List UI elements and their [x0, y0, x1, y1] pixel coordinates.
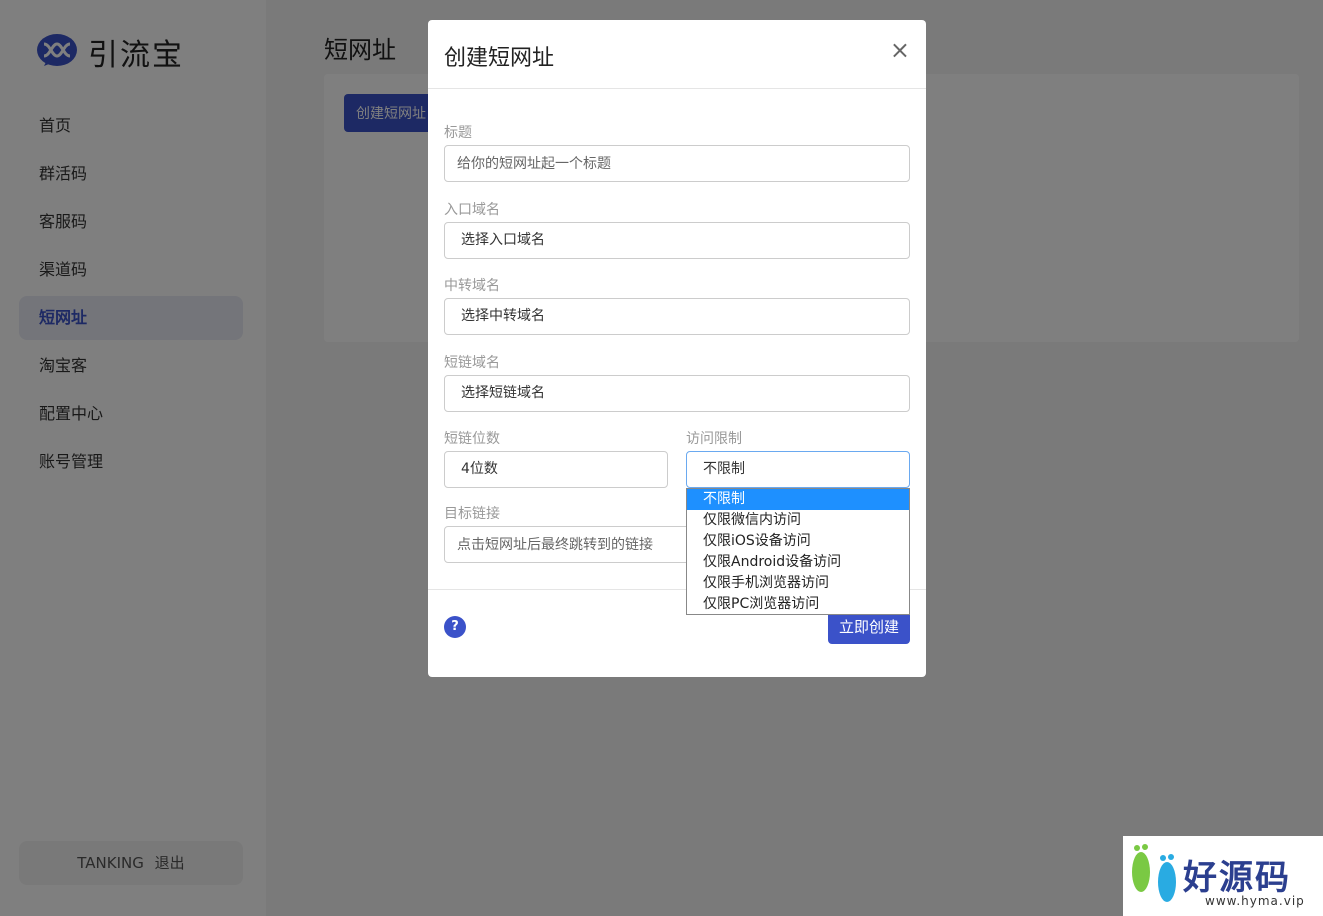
- access-option-android-only[interactable]: 仅限Android设备访问: [687, 552, 909, 573]
- close-icon[interactable]: ×: [890, 38, 910, 62]
- access-limit-dropdown: 不限制 仅限微信内访问 仅限iOS设备访问 仅限Android设备访问 仅限手机…: [686, 488, 910, 615]
- transit-domain-label: 中转域名: [444, 278, 500, 294]
- short-domain-label: 短链域名: [444, 355, 500, 371]
- access-option-ios-only[interactable]: 仅限iOS设备访问: [687, 531, 909, 552]
- modal-header: 创建短网址 ×: [428, 20, 926, 89]
- title-label: 标题: [444, 125, 472, 141]
- digits-select[interactable]: 4位数: [444, 451, 668, 488]
- access-option-wechat-only[interactable]: 仅限微信内访问: [687, 510, 909, 531]
- transit-domain-select[interactable]: 选择中转域名: [444, 298, 910, 335]
- watermark: 好源码 www.hyma.vip: [1123, 836, 1323, 916]
- access-option-unlimited[interactable]: 不限制: [687, 489, 909, 510]
- access-option-mobile-browser-only[interactable]: 仅限手机浏览器访问: [687, 573, 909, 594]
- modal-title: 创建短网址: [444, 46, 555, 71]
- access-limit-label: 访问限制: [686, 431, 742, 447]
- watermark-text: 好源码: [1183, 858, 1291, 898]
- footprint-icon: [1132, 844, 1176, 902]
- title-input[interactable]: [444, 145, 910, 182]
- watermark-url: www.hyma.vip: [1205, 894, 1305, 908]
- access-limit-select[interactable]: 不限制: [686, 451, 910, 488]
- help-icon[interactable]: ?: [444, 616, 466, 638]
- access-option-pc-browser-only[interactable]: 仅限PC浏览器访问: [687, 594, 909, 615]
- submit-create-button[interactable]: 立即创建: [828, 610, 910, 644]
- digits-label: 短链位数: [444, 431, 500, 447]
- short-domain-select[interactable]: 选择短链域名: [444, 375, 910, 412]
- target-link-label: 目标链接: [444, 506, 500, 522]
- entry-domain-select[interactable]: 选择入口域名: [444, 222, 910, 259]
- entry-domain-label: 入口域名: [444, 202, 500, 218]
